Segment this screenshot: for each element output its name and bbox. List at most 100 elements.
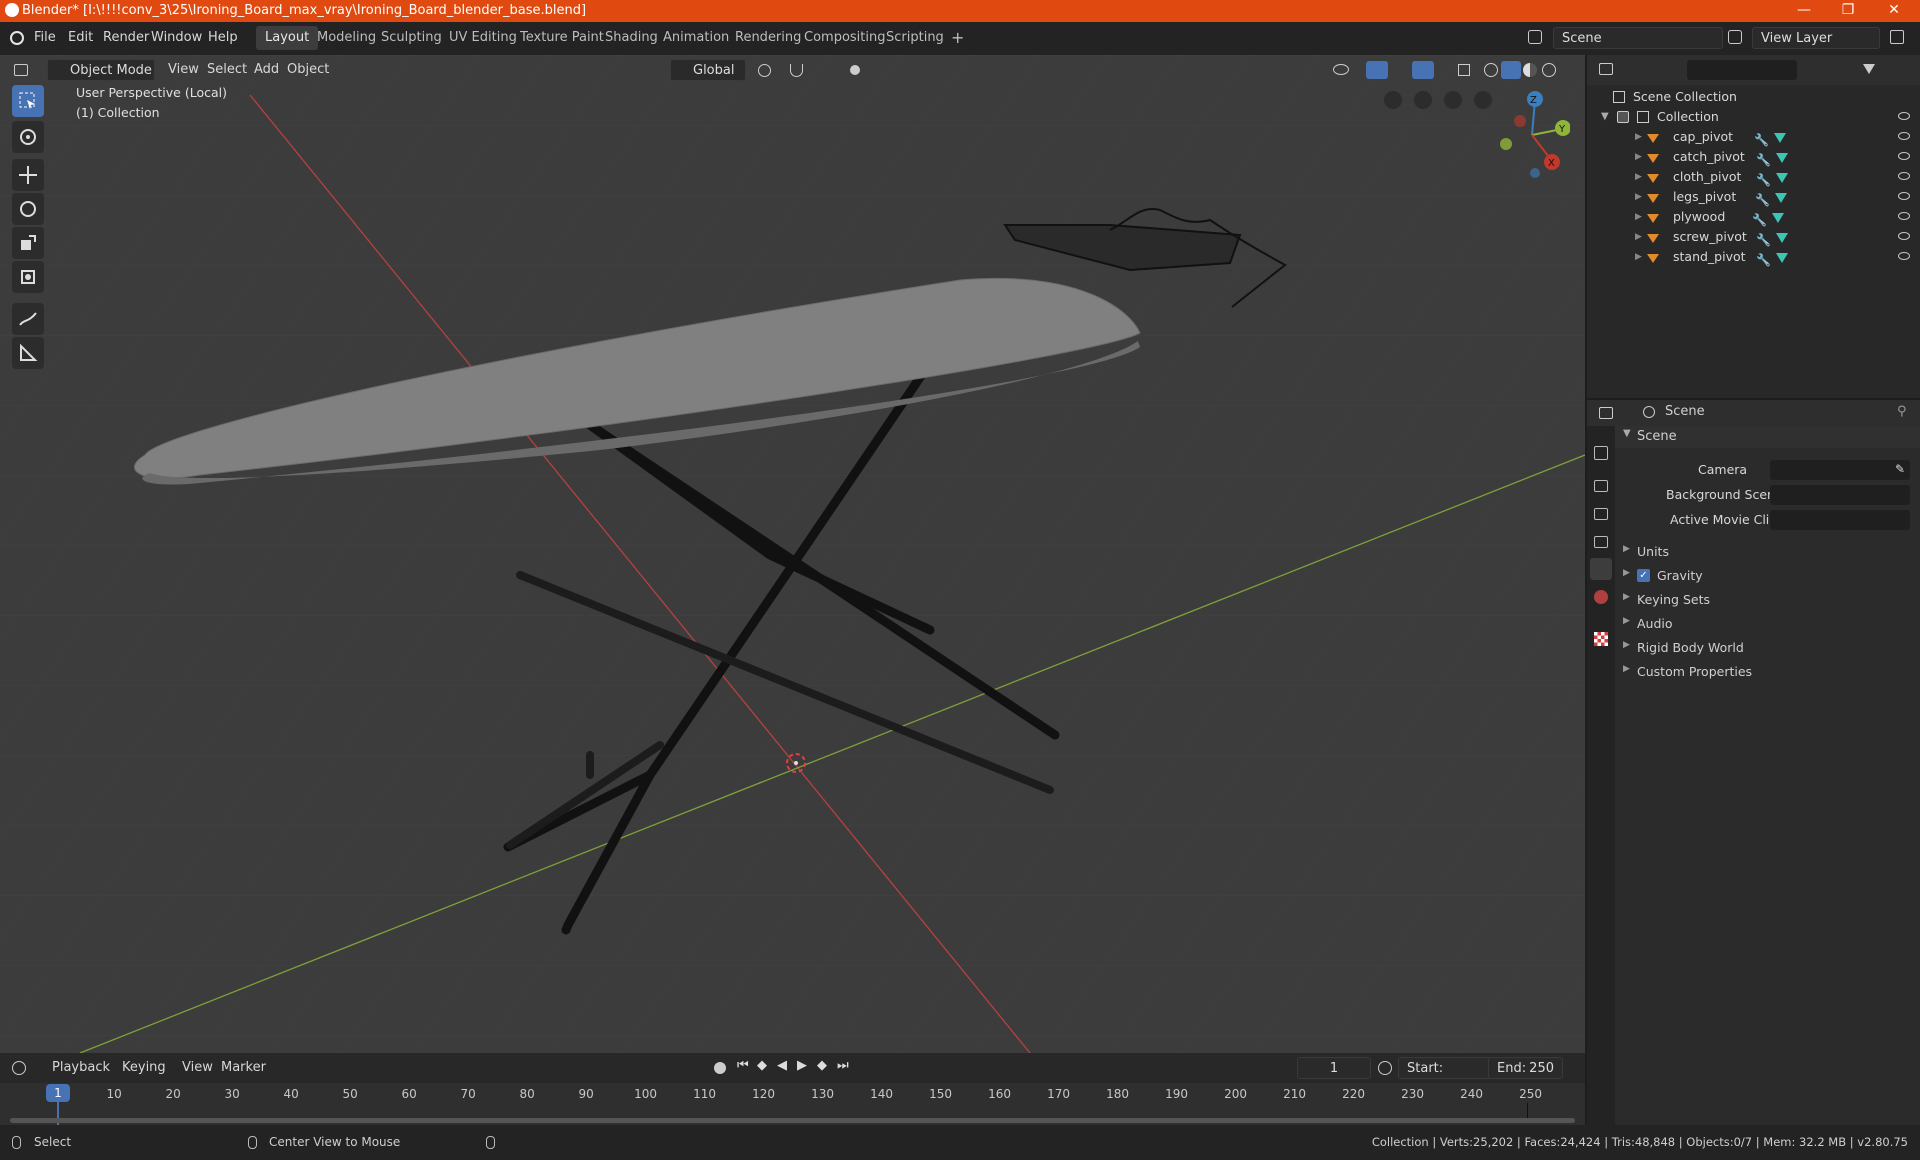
timeline-menu-marker[interactable]: Marker [221, 1057, 266, 1079]
menu-help[interactable]: Help [208, 30, 238, 45]
outliner-object-row[interactable]: ▶ stand_pivot 🔧 [1587, 247, 1920, 267]
proportional-editing-icon[interactable] [850, 65, 860, 75]
jump-start-icon[interactable]: ⏮ [737, 1058, 749, 1073]
search-field[interactable] [1687, 60, 1797, 80]
editor-type-icon[interactable] [14, 64, 28, 76]
viewport-menu-add[interactable]: Add [254, 59, 279, 81]
wireframe-shading-icon[interactable] [1484, 63, 1498, 77]
outliner-object-row[interactable]: ▶ catch_pivot 🔧 [1587, 147, 1920, 167]
measure-tool[interactable] [12, 337, 44, 369]
tool-tab-icon[interactable] [1594, 446, 1608, 460]
view-layer-selector[interactable]: View Layer [1752, 27, 1880, 49]
mesh-data-icon[interactable] [1776, 173, 1788, 183]
timeline-menu-keying[interactable]: Keying [122, 1057, 166, 1079]
solid-shading-icon[interactable] [1501, 61, 1521, 79]
minimize-button[interactable]: — [1784, 0, 1824, 22]
camera-field[interactable] [1770, 460, 1910, 480]
tab-sculpting[interactable]: Sculpting [372, 26, 451, 50]
mesh-data-icon[interactable] [1774, 133, 1786, 143]
record-icon[interactable] [714, 1062, 726, 1074]
menu-edit[interactable]: Edit [68, 30, 93, 45]
menu-window[interactable]: Window [151, 30, 202, 45]
timeline-menu-view[interactable]: View [182, 1057, 213, 1079]
mesh-data-icon[interactable] [1776, 253, 1788, 263]
expand-arrow-icon[interactable]: ▶ [1623, 616, 1630, 626]
add-workspace-button[interactable]: + [942, 26, 973, 50]
expand-arrow-icon[interactable]: ▶ [1623, 568, 1630, 578]
select-box-tool[interactable] [12, 85, 44, 117]
transform-tool[interactable] [12, 261, 44, 293]
eye-icon[interactable] [1898, 232, 1910, 240]
gravity-checkbox[interactable]: ✓ [1637, 569, 1650, 582]
maximize-button[interactable]: ❐ [1828, 0, 1868, 22]
expand-arrow-icon[interactable]: ▶ [1635, 167, 1642, 187]
outliner-object-row[interactable]: ▶ legs_pivot 🔧 [1587, 187, 1920, 207]
mesh-data-icon[interactable] [1776, 233, 1788, 243]
eye-icon[interactable] [1898, 172, 1910, 180]
camera-view-icon[interactable] [1414, 91, 1432, 109]
navigation-gizmo[interactable]: Z Y X [1490, 85, 1570, 185]
toggle-grid-icon[interactable] [1384, 91, 1402, 109]
expand-arrow-icon[interactable]: ▶ [1635, 147, 1642, 167]
eye-icon[interactable] [1898, 212, 1910, 220]
render-tab-icon[interactable] [1594, 480, 1608, 492]
current-frame-field[interactable]: 1 [1297, 1057, 1371, 1079]
expand-arrow-icon[interactable]: ▼ [1601, 107, 1609, 127]
object-mode-dropdown[interactable]: Object Mode [47, 59, 155, 81]
pivot-point-icon[interactable] [758, 64, 771, 77]
mesh-data-icon[interactable] [1775, 193, 1787, 203]
output-tab-icon[interactable] [1594, 508, 1608, 520]
blender-menu-icon[interactable] [10, 31, 24, 45]
timeline-menu-playback[interactable]: Playback [52, 1057, 110, 1079]
outliner-object-row[interactable]: ▶ cap_pivot 🔧 [1587, 127, 1920, 147]
outliner-collection[interactable]: ▼ Collection [1587, 107, 1920, 127]
eyedropper-icon[interactable]: ✎ [1895, 462, 1905, 476]
filter-icon[interactable] [1863, 64, 1875, 74]
outliner-object-row[interactable]: ▶ plywood 🔧 [1587, 207, 1920, 227]
playhead[interactable]: 1 [46, 1084, 70, 1102]
eye-icon[interactable] [1898, 192, 1910, 200]
clock-icon[interactable] [1378, 1061, 1392, 1075]
expand-arrow-icon[interactable]: ▶ [1635, 227, 1642, 247]
eye-icon[interactable] [1898, 132, 1910, 140]
view-layer-tab-icon[interactable] [1594, 536, 1608, 548]
play-reverse-icon[interactable]: ◀ [777, 1058, 787, 1073]
background-scene-field[interactable] [1770, 485, 1910, 505]
scene-icon[interactable] [1528, 30, 1542, 44]
expand-arrow-icon[interactable]: ▶ [1635, 127, 1642, 147]
eye-icon[interactable] [1898, 112, 1910, 120]
prev-keyframe-icon[interactable]: ◆ [757, 1058, 767, 1073]
active-movie-clip-field[interactable] [1770, 510, 1910, 530]
3d-viewport[interactable]: Object Mode View Select Add Object Globa… [0, 55, 1585, 1053]
end-frame-field[interactable]: End: 250 [1488, 1057, 1563, 1079]
timeline-scrollbar[interactable] [10, 1118, 1575, 1123]
section-gravity[interactable]: ▶ ✓ Gravity [1615, 565, 1920, 587]
eye-icon[interactable] [1898, 152, 1910, 160]
editor-type-icon[interactable] [12, 1061, 26, 1075]
gizmo-toggle-icon[interactable] [1366, 61, 1388, 79]
menu-file[interactable]: File [34, 30, 56, 45]
play-icon[interactable]: ▶ [797, 1058, 807, 1073]
section-audio[interactable]: ▶ Audio [1615, 613, 1920, 635]
menu-render[interactable]: Render [103, 30, 149, 45]
collapse-arrow-icon[interactable]: ▼ [1623, 428, 1631, 439]
rendered-shading-icon[interactable] [1542, 63, 1556, 77]
expand-arrow-icon[interactable]: ▶ [1623, 640, 1630, 650]
pin-icon[interactable]: ⚲ [1897, 404, 1907, 419]
expand-arrow-icon[interactable]: ▶ [1635, 247, 1642, 267]
viewport-menu-view[interactable]: View [168, 59, 199, 81]
annotate-tool[interactable] [12, 303, 44, 335]
expand-arrow-icon[interactable]: ▶ [1635, 187, 1642, 207]
xray-icon[interactable] [1458, 64, 1470, 76]
move-tool[interactable] [12, 159, 44, 191]
next-keyframe-icon[interactable]: ◆ [817, 1058, 827, 1073]
scene-tab-icon[interactable] [1590, 558, 1612, 580]
jump-end-icon[interactable]: ⏭ [837, 1058, 849, 1073]
outliner-scene-collection[interactable]: Scene Collection [1587, 87, 1920, 107]
material-shading-icon[interactable] [1523, 63, 1537, 77]
pan-hand-icon[interactable] [1444, 91, 1462, 109]
scale-tool[interactable] [12, 227, 44, 259]
world-tab-icon[interactable] [1594, 590, 1608, 604]
mesh-data-icon[interactable] [1772, 213, 1784, 223]
close-button[interactable]: ✕ [1874, 0, 1914, 22]
